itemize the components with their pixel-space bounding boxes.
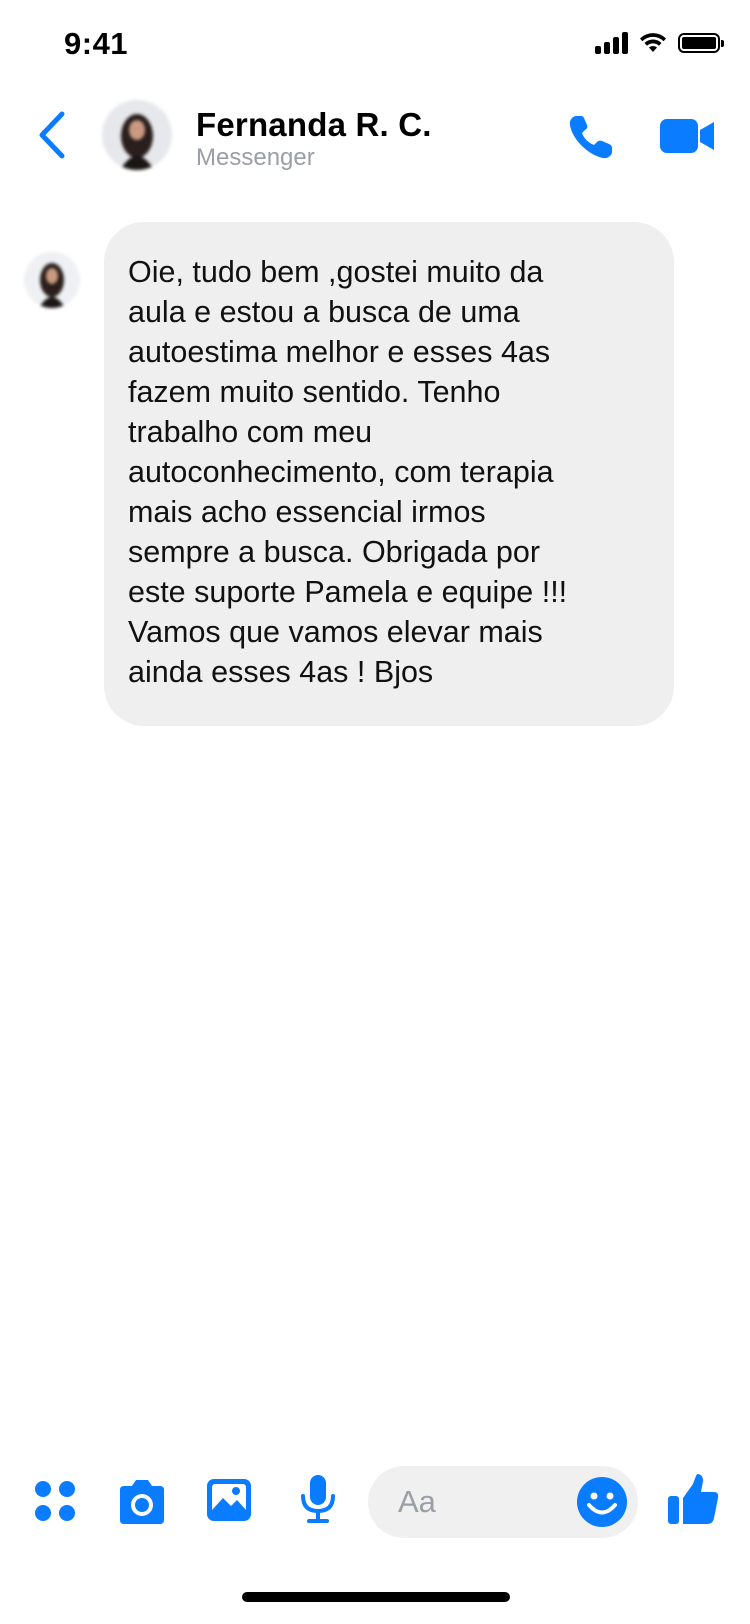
status-time: 9:41 xyxy=(64,26,129,61)
camera-icon[interactable] xyxy=(116,1478,168,1526)
home-indicator[interactable] xyxy=(242,1592,510,1602)
contact-name[interactable]: Fernanda R. C. xyxy=(196,106,432,144)
wifi-icon xyxy=(640,33,666,52)
microphone-icon[interactable] xyxy=(298,1474,338,1524)
phone-icon[interactable] xyxy=(566,112,616,162)
avatar-photo xyxy=(24,252,80,308)
status-icons xyxy=(595,32,724,54)
battery-icon xyxy=(678,33,724,53)
four-dots-icon[interactable] xyxy=(34,1480,76,1522)
message-input-placeholder: Aa xyxy=(398,1484,436,1519)
message-sender-avatar[interactable] xyxy=(24,252,80,308)
cellular-signal-icon xyxy=(595,32,628,54)
video-camera-icon[interactable] xyxy=(660,117,716,155)
thumbs-up-icon[interactable] xyxy=(666,1472,720,1526)
contact-avatar[interactable] xyxy=(102,100,172,170)
message-bubble[interactable]: Oie, tudo bem ,gostei muito da aula e es… xyxy=(104,222,674,726)
back-chevron-icon[interactable] xyxy=(34,110,70,160)
image-icon[interactable] xyxy=(206,1478,252,1522)
avatar-photo xyxy=(102,100,172,170)
contact-subtitle: Messenger xyxy=(196,144,315,171)
smiley-icon[interactable] xyxy=(576,1476,628,1528)
